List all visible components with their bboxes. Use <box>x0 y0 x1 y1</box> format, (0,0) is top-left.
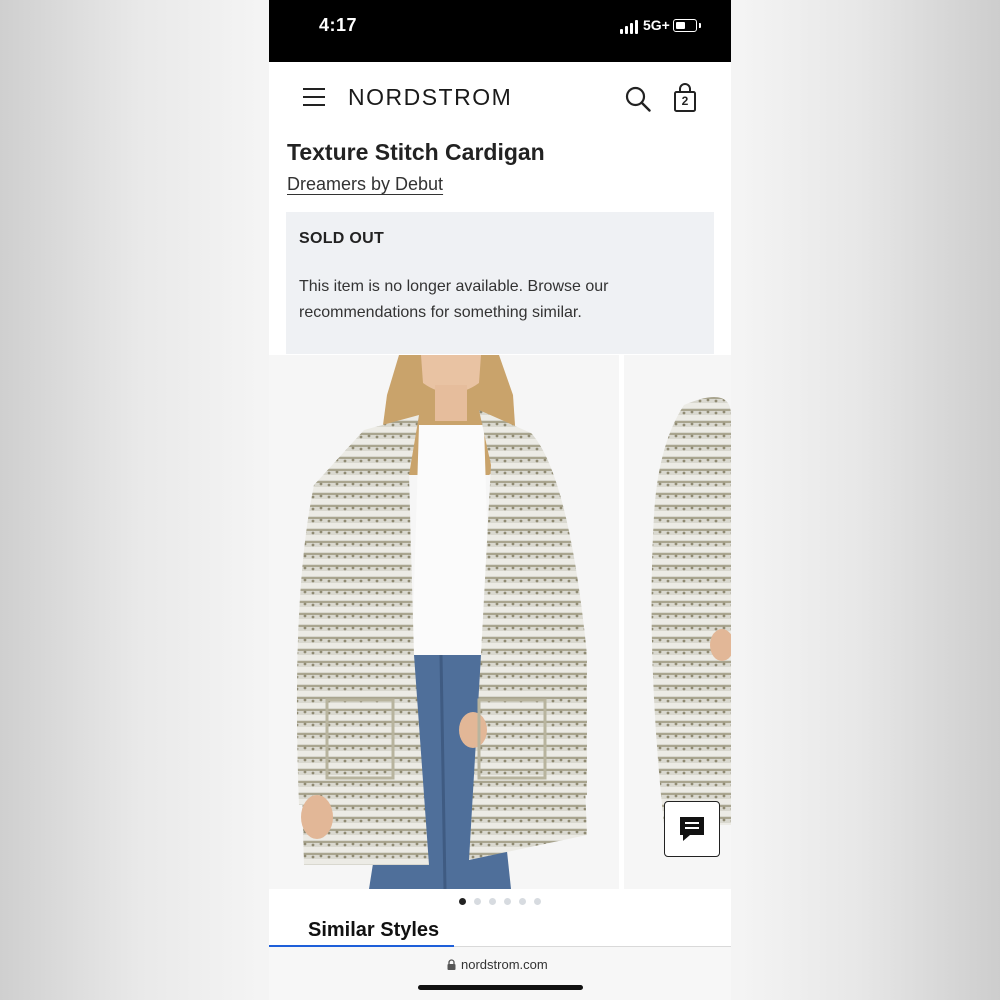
tab-label: Similar Styles <box>308 919 440 941</box>
recommendation-tabs: Similar Styles <box>269 912 731 948</box>
shopping-bag-button[interactable]: 2 <box>673 83 697 113</box>
chat-icon <box>680 817 704 841</box>
sold-out-notice: SOLD OUT This item is no longer availabl… <box>286 212 714 354</box>
cardigan-model-image <box>296 355 587 889</box>
nordstrom-logo[interactable]: NORDSTROM <box>348 84 512 111</box>
carousel-dot[interactable] <box>459 898 466 905</box>
network-type: 5G+ <box>643 17 670 33</box>
product-title: Texture Stitch Cardigan <box>287 139 545 165</box>
status-time: 4:17 <box>319 15 358 35</box>
product-brand-link[interactable]: Dreamers by Debut <box>287 174 443 195</box>
product-image-gallery[interactable] <box>269 355 731 889</box>
sold-out-message: This item is no longer available. Browse… <box>299 278 609 321</box>
hamburger-menu-icon[interactable] <box>303 88 325 106</box>
tab-similar-styles[interactable]: Similar Styles <box>269 912 454 948</box>
phone-screen: 4:17 5G+ NORDSTROM 2 Texture Stitch Card… <box>269 0 731 1000</box>
status-bar: 4:17 5G+ <box>269 0 731 62</box>
carousel-dot[interactable] <box>489 898 496 905</box>
lock-icon <box>447 959 456 970</box>
sold-out-heading: SOLD OUT <box>299 230 385 247</box>
carousel-dot[interactable] <box>504 898 511 905</box>
product-image-front[interactable] <box>269 355 619 889</box>
carousel-dot[interactable] <box>519 898 526 905</box>
home-indicator[interactable] <box>418 985 583 990</box>
signal-strength-icon <box>620 20 640 34</box>
browser-address-bar[interactable]: nordstrom.com <box>269 947 731 1000</box>
bag-item-count: 2 <box>681 94 689 108</box>
battery-icon <box>673 19 701 32</box>
carousel-dots <box>269 892 731 906</box>
url-text: nordstrom.com <box>461 957 548 972</box>
search-icon[interactable] <box>625 86 651 112</box>
chat-button[interactable] <box>664 801 720 857</box>
app-header: NORDSTROM 2 <box>269 62 731 134</box>
carousel-dot[interactable] <box>474 898 481 905</box>
carousel-dot[interactable] <box>534 898 541 905</box>
